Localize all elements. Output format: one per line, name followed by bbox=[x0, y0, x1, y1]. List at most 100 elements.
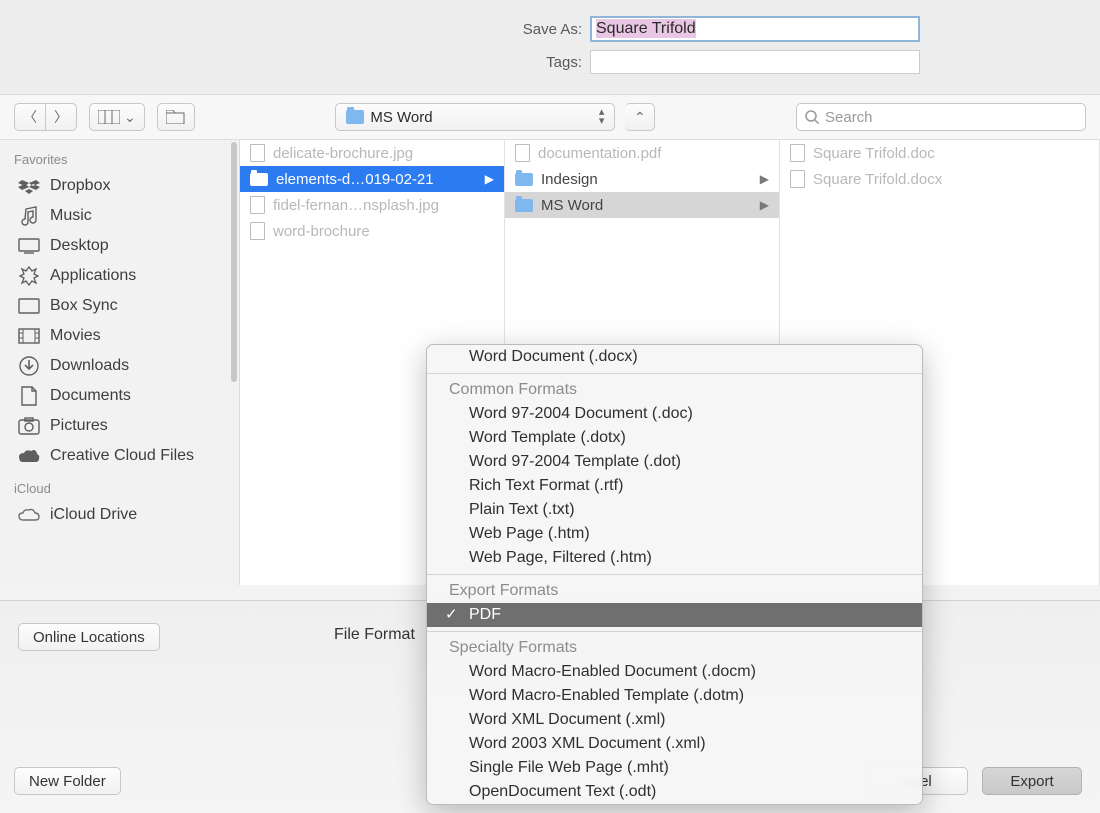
dropdown-item[interactable]: Word Macro-Enabled Document (.docm) bbox=[427, 660, 922, 684]
file-label: Square Trifold.docx bbox=[813, 171, 942, 188]
folder-select[interactable]: MS Word ▴▾ bbox=[335, 103, 615, 131]
file-row[interactable]: fidel-fernan…nsplash.jpg bbox=[240, 192, 504, 218]
file-row[interactable]: documentation.pdf bbox=[505, 140, 779, 166]
file-format-dropdown[interactable]: Word Document (.docx) Common Formats Wor… bbox=[426, 344, 923, 805]
file-row[interactable]: delicate-brochure.jpg bbox=[240, 140, 504, 166]
sidebar-item-box-sync[interactable]: Box Sync bbox=[0, 291, 239, 321]
file-format-label: File Format bbox=[334, 626, 415, 644]
save-as-label: Save As: bbox=[180, 21, 590, 38]
file-row[interactable]: word-brochure bbox=[240, 218, 504, 244]
tags-label: Tags: bbox=[180, 54, 590, 71]
dropdown-item[interactable]: Web Page, Filtered (.htm) bbox=[427, 546, 922, 570]
downloads-icon bbox=[18, 357, 40, 375]
sidebar-item-label: Box Sync bbox=[50, 297, 118, 315]
new-folder-button[interactable]: New Folder bbox=[14, 767, 121, 795]
sidebar-item-label: Movies bbox=[50, 327, 101, 345]
file-icon bbox=[250, 222, 265, 240]
file-icon bbox=[790, 170, 805, 188]
file-row[interactable]: Square Trifold.doc bbox=[780, 140, 1099, 166]
cloud-icon bbox=[18, 506, 40, 524]
cc-icon bbox=[18, 447, 40, 465]
folder-select-label: MS Word bbox=[370, 109, 432, 126]
new-folder-toolbar-button[interactable] bbox=[157, 103, 195, 131]
save-as-input[interactable]: Square Trifold bbox=[590, 16, 920, 42]
dropdown-header-common: Common Formats bbox=[427, 378, 922, 402]
dropdown-item[interactable]: Word 97-2004 Template (.dot) bbox=[427, 450, 922, 474]
toolbar: 〈 〉 ⌄ MS Word ▴▾ ⌃ Search bbox=[0, 94, 1100, 140]
sidebar-item-label: Pictures bbox=[50, 417, 108, 435]
sidebar-item-applications[interactable]: Applications bbox=[0, 261, 239, 291]
chevron-right-icon: ▶ bbox=[485, 172, 494, 186]
file-icon bbox=[515, 144, 530, 162]
chevron-right-icon: 〉 bbox=[54, 107, 68, 127]
file-label: fidel-fernan…nsplash.jpg bbox=[273, 197, 439, 214]
file-row[interactable]: Square Trifold.docx bbox=[780, 166, 1099, 192]
dropdown-item[interactable]: Word 2003 XML Document (.xml) bbox=[427, 732, 922, 756]
tags-input[interactable] bbox=[590, 50, 920, 74]
sidebar-item-label: Music bbox=[50, 207, 92, 225]
file-row[interactable]: MS Word▶ bbox=[505, 192, 779, 218]
dropdown-item[interactable]: Plain Text (.txt) bbox=[427, 498, 922, 522]
view-mode-button[interactable]: ⌄ bbox=[89, 103, 145, 131]
sidebar-item-label: Applications bbox=[50, 267, 136, 285]
file-row[interactable]: Indesign ▶ bbox=[505, 166, 779, 192]
sidebar-scrollbar[interactable] bbox=[231, 142, 237, 583]
dropdown-item[interactable]: Single File Web Page (.mht) bbox=[427, 756, 922, 780]
file-label: Square Trifold.doc bbox=[813, 145, 935, 162]
file-label: Indesign bbox=[541, 171, 598, 188]
dropdown-item[interactable]: Word Template (.dotx) bbox=[427, 426, 922, 450]
sidebar-item-music[interactable]: Music bbox=[0, 201, 239, 231]
dropdown-item[interactable]: OpenDocument Text (.odt) bbox=[427, 780, 922, 804]
sidebar-section-icloud: iCloud bbox=[0, 477, 239, 500]
export-button[interactable]: Export bbox=[982, 767, 1082, 795]
folder-icon bbox=[250, 173, 268, 186]
save-as-value: Square Trifold bbox=[596, 19, 696, 38]
sidebar-item-downloads[interactable]: Downloads bbox=[0, 351, 239, 381]
folder-icon bbox=[346, 110, 364, 124]
sidebar-section-favorites: Favorites bbox=[0, 148, 239, 171]
sidebar-item-label: Desktop bbox=[50, 237, 109, 255]
dropbox-icon bbox=[18, 177, 40, 195]
save-form: Save As: Square Trifold Tags: bbox=[0, 0, 1100, 94]
documents-icon bbox=[18, 387, 40, 405]
file-icon bbox=[790, 144, 805, 162]
sidebar-item-label: Documents bbox=[50, 387, 131, 405]
apps-icon bbox=[18, 267, 40, 285]
chevron-right-icon: ▶ bbox=[760, 198, 769, 212]
file-label: elements-d…019-02-21 bbox=[276, 171, 434, 188]
dropdown-item-selected[interactable]: PDF bbox=[427, 603, 922, 627]
sidebar-item-label: iCloud Drive bbox=[50, 506, 137, 524]
file-label: word-brochure bbox=[273, 223, 370, 240]
dropdown-item[interactable]: Word XML Document (.xml) bbox=[427, 708, 922, 732]
updown-icon: ▴▾ bbox=[599, 108, 605, 126]
movies-icon bbox=[18, 327, 40, 345]
sidebar: Favorites Dropbox Music Desktop Application… bbox=[0, 140, 240, 585]
dropdown-header-export: Export Formats bbox=[427, 579, 922, 603]
chevron-down-icon: ⌄ bbox=[124, 109, 136, 126]
sidebar-item-pictures[interactable]: Pictures bbox=[0, 411, 239, 441]
file-label: documentation.pdf bbox=[538, 145, 661, 162]
music-icon bbox=[18, 207, 40, 225]
dropdown-item[interactable]: Web Page (.htm) bbox=[427, 522, 922, 546]
sidebar-item-movies[interactable]: Movies bbox=[0, 321, 239, 351]
sidebar-item-documents[interactable]: Documents bbox=[0, 381, 239, 411]
nav-back-button[interactable]: 〈 bbox=[14, 103, 46, 131]
sidebar-item-icloud-drive[interactable]: iCloud Drive bbox=[0, 500, 239, 530]
online-locations-button[interactable]: Online Locations bbox=[18, 623, 160, 651]
file-row[interactable]: elements-d…019-02-21 ▶ bbox=[240, 166, 504, 192]
sidebar-item-dropbox[interactable]: Dropbox bbox=[0, 171, 239, 201]
sidebar-item-label: Downloads bbox=[50, 357, 129, 375]
collapse-button[interactable]: ⌃ bbox=[625, 103, 655, 131]
sidebar-item-label: Dropbox bbox=[50, 177, 110, 195]
dropdown-item[interactable]: Word Macro-Enabled Template (.dotm) bbox=[427, 684, 922, 708]
dropdown-item[interactable]: Rich Text Format (.rtf) bbox=[427, 474, 922, 498]
search-input[interactable]: Search bbox=[796, 103, 1086, 131]
sidebar-item-creative-cloud-files[interactable]: Creative Cloud Files bbox=[0, 441, 239, 471]
sidebar-item-desktop[interactable]: Desktop bbox=[0, 231, 239, 261]
desktop-icon bbox=[18, 237, 40, 255]
file-icon bbox=[250, 196, 265, 214]
dropdown-item[interactable]: Word Document (.docx) bbox=[427, 345, 922, 369]
dropdown-item[interactable]: Word 97-2004 Document (.doc) bbox=[427, 402, 922, 426]
nav-forward-button[interactable]: 〉 bbox=[46, 103, 77, 131]
chevron-right-icon: ▶ bbox=[760, 172, 769, 186]
